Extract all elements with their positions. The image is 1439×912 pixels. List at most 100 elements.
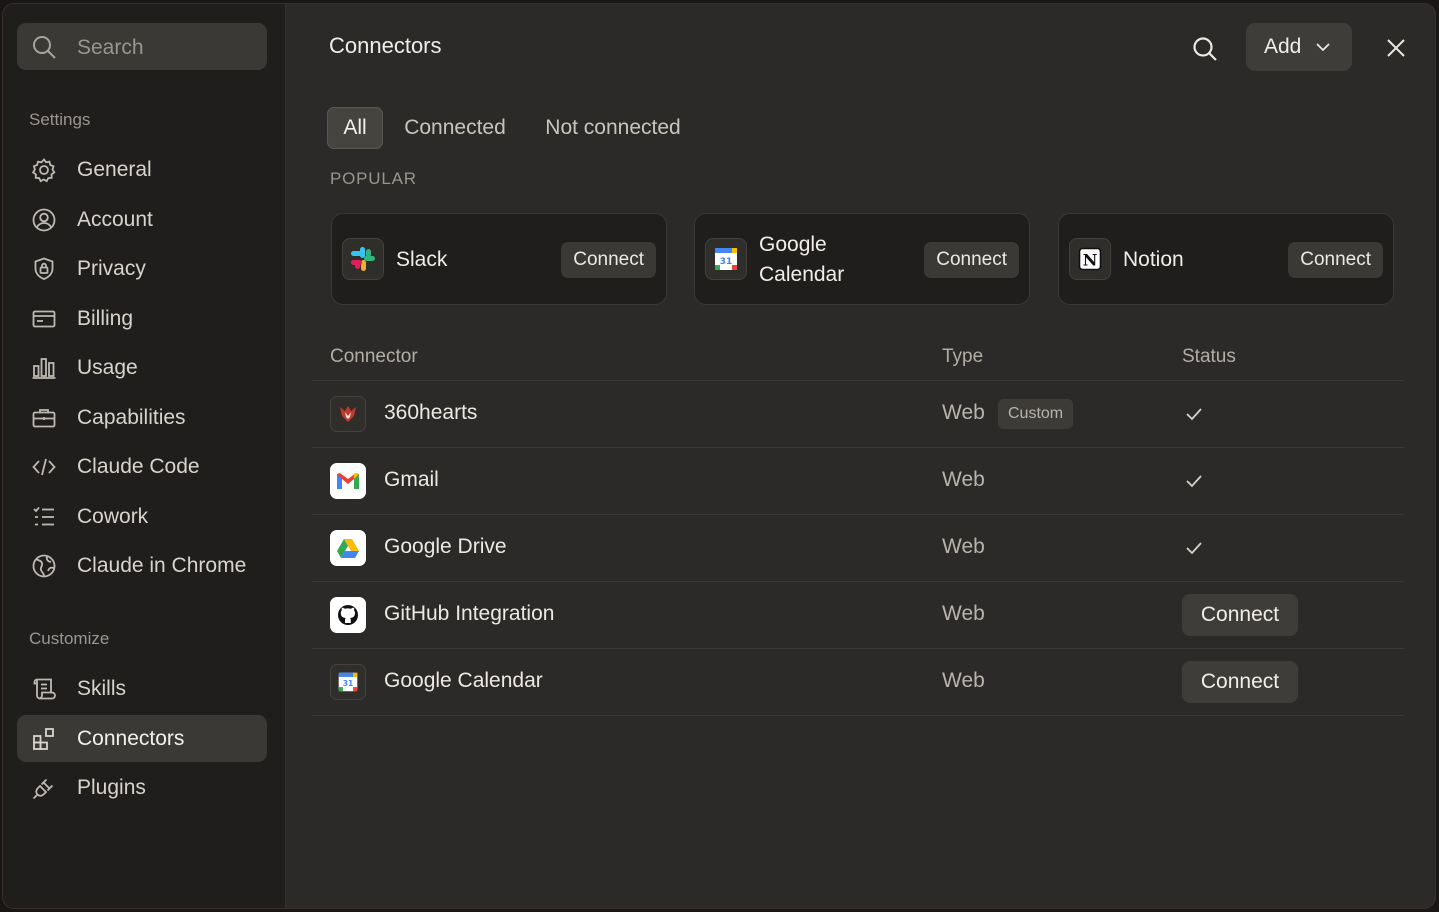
connector-type: Web bbox=[942, 535, 985, 558]
checklist-icon bbox=[31, 504, 57, 530]
chevron-down-icon bbox=[1314, 39, 1332, 55]
code-icon bbox=[31, 454, 57, 480]
sidebar-item-cowork[interactable]: Cowork bbox=[17, 493, 267, 540]
google-calendar-icon: 31 bbox=[705, 238, 747, 280]
tab-connected[interactable]: Connected bbox=[393, 107, 517, 149]
sidebar-item-label: Skills bbox=[77, 676, 127, 700]
bar-chart-icon bbox=[31, 355, 57, 381]
search-input[interactable] bbox=[75, 23, 259, 72]
popular-card-notion: N Notion Connect bbox=[1058, 213, 1394, 305]
sidebar-item-label: Claude in Chrome bbox=[77, 553, 247, 577]
search-button[interactable] bbox=[1186, 30, 1224, 68]
sidebar-item-label: General bbox=[77, 157, 152, 181]
page-title: Connectors bbox=[329, 33, 442, 58]
globe-icon bbox=[31, 553, 57, 579]
section-label-settings: Settings bbox=[29, 110, 91, 129]
add-button[interactable]: Add bbox=[1246, 23, 1352, 71]
sidebar-item-label: Privacy bbox=[77, 256, 146, 280]
search-icon bbox=[31, 34, 57, 60]
checkmark-icon bbox=[1184, 472, 1204, 490]
sidebar-item-label: Cowork bbox=[77, 504, 149, 528]
connector-name: GitHub Integration bbox=[384, 602, 555, 625]
shield-icon bbox=[31, 256, 57, 282]
sidebar-item-general[interactable]: General bbox=[17, 146, 267, 193]
connector-name: Google Drive bbox=[384, 535, 507, 558]
github-icon bbox=[330, 597, 366, 633]
connect-google-calendar-row-button[interactable]: Connect bbox=[1182, 661, 1298, 703]
table-row[interactable]: Gmail Web bbox=[312, 448, 1404, 515]
connector-name: Google Calendar bbox=[384, 669, 543, 692]
sidebar-item-label: Billing bbox=[77, 306, 134, 330]
connector-type: Web bbox=[942, 468, 985, 491]
connect-slack-button[interactable]: Connect bbox=[561, 242, 656, 278]
sidebar-item-billing[interactable]: Billing bbox=[17, 295, 267, 342]
notion-icon: N bbox=[1069, 238, 1111, 280]
sidebar-item-claude-in-chrome[interactable]: Claude in Chrome bbox=[17, 542, 267, 589]
grid-plus-icon bbox=[31, 726, 57, 752]
svg-text:31: 31 bbox=[343, 679, 354, 688]
column-header-connector: Connector bbox=[330, 346, 418, 367]
search-icon bbox=[1191, 35, 1219, 63]
sidebar-search[interactable] bbox=[17, 23, 267, 72]
sidebar-item-usage[interactable]: Usage bbox=[17, 344, 267, 391]
connect-google-calendar-button[interactable]: Connect bbox=[924, 242, 1019, 278]
connector-type: Web bbox=[942, 602, 985, 625]
slack-icon bbox=[342, 238, 384, 280]
sidebar-item-connectors[interactable]: Connectors bbox=[17, 715, 267, 762]
gear-icon bbox=[31, 157, 57, 183]
sidebar-item-skills[interactable]: Skills bbox=[17, 665, 267, 712]
connector-type: Web bbox=[942, 669, 985, 692]
sidebar-item-plugins[interactable]: Plugins bbox=[17, 764, 267, 811]
sidebar-item-label: Capabilities bbox=[77, 405, 186, 429]
connect-github-button[interactable]: Connect bbox=[1182, 594, 1298, 636]
table-row[interactable]: 360hearts Web Custom bbox=[312, 381, 1404, 448]
table-row[interactable]: Google Drive Web bbox=[312, 515, 1404, 582]
column-header-type: Type bbox=[942, 346, 984, 367]
briefcase-icon bbox=[31, 405, 57, 431]
close-icon bbox=[1385, 37, 1407, 59]
sidebar-item-label: Plugins bbox=[77, 775, 146, 799]
column-header-status: Status bbox=[1182, 346, 1236, 367]
user-circle-icon bbox=[31, 207, 57, 233]
checkmark-icon bbox=[1184, 405, 1204, 423]
sidebar-item-account[interactable]: Account bbox=[17, 196, 267, 243]
card-name: Notion bbox=[1123, 248, 1184, 271]
checkmark-icon bbox=[1184, 539, 1204, 557]
sidebar-item-capabilities[interactable]: Capabilities bbox=[17, 394, 267, 441]
credit-card-icon bbox=[31, 306, 57, 332]
main-panel: Connectors Add All Connected Not connect… bbox=[286, 4, 1435, 908]
table-row[interactable]: 31 Google Calendar Web Connect bbox=[312, 649, 1404, 716]
connectors-table-header: Connector Type Status bbox=[312, 334, 1404, 381]
tab-not-connected[interactable]: Not connected bbox=[533, 107, 693, 149]
svg-text:N: N bbox=[1083, 251, 1098, 270]
card-name: Google Calendar bbox=[759, 233, 845, 286]
settings-window: Settings General Account Privacy Billing bbox=[2, 3, 1436, 909]
close-button[interactable] bbox=[1378, 30, 1414, 66]
popular-card-slack: Slack Connect bbox=[331, 213, 667, 305]
popular-card-google-calendar: 31 Google Calendar Connect bbox=[694, 213, 1030, 305]
google-calendar-icon: 31 bbox=[330, 664, 366, 700]
sidebar-item-label: Claude Code bbox=[77, 454, 200, 478]
google-drive-icon bbox=[330, 530, 366, 566]
svg-text:31: 31 bbox=[720, 257, 733, 267]
sidebar-item-privacy[interactable]: Privacy bbox=[17, 245, 267, 292]
custom-badge: Custom bbox=[998, 399, 1074, 429]
scroll-icon bbox=[31, 676, 57, 702]
sidebar-item-claude-code[interactable]: Claude Code bbox=[17, 443, 267, 490]
tab-all[interactable]: All bbox=[327, 107, 383, 149]
popular-section-label: POPULAR bbox=[330, 169, 417, 188]
gmail-icon bbox=[330, 463, 366, 499]
connector-type: Web bbox=[942, 401, 985, 424]
connect-notion-button[interactable]: Connect bbox=[1288, 242, 1383, 278]
connector-name: 360hearts bbox=[384, 401, 478, 424]
sidebar-item-label: Usage bbox=[77, 355, 138, 379]
table-row[interactable]: GitHub Integration Web Connect bbox=[312, 582, 1404, 649]
add-button-label: Add bbox=[1264, 35, 1302, 58]
360hearts-logo-icon bbox=[330, 396, 366, 432]
sidebar: Settings General Account Privacy Billing bbox=[3, 4, 286, 908]
plug-icon bbox=[31, 775, 57, 801]
section-label-customize: Customize bbox=[29, 629, 110, 648]
sidebar-item-label: Account bbox=[77, 207, 153, 231]
sidebar-item-label: Connectors bbox=[77, 726, 185, 750]
card-name: Slack bbox=[396, 248, 448, 271]
